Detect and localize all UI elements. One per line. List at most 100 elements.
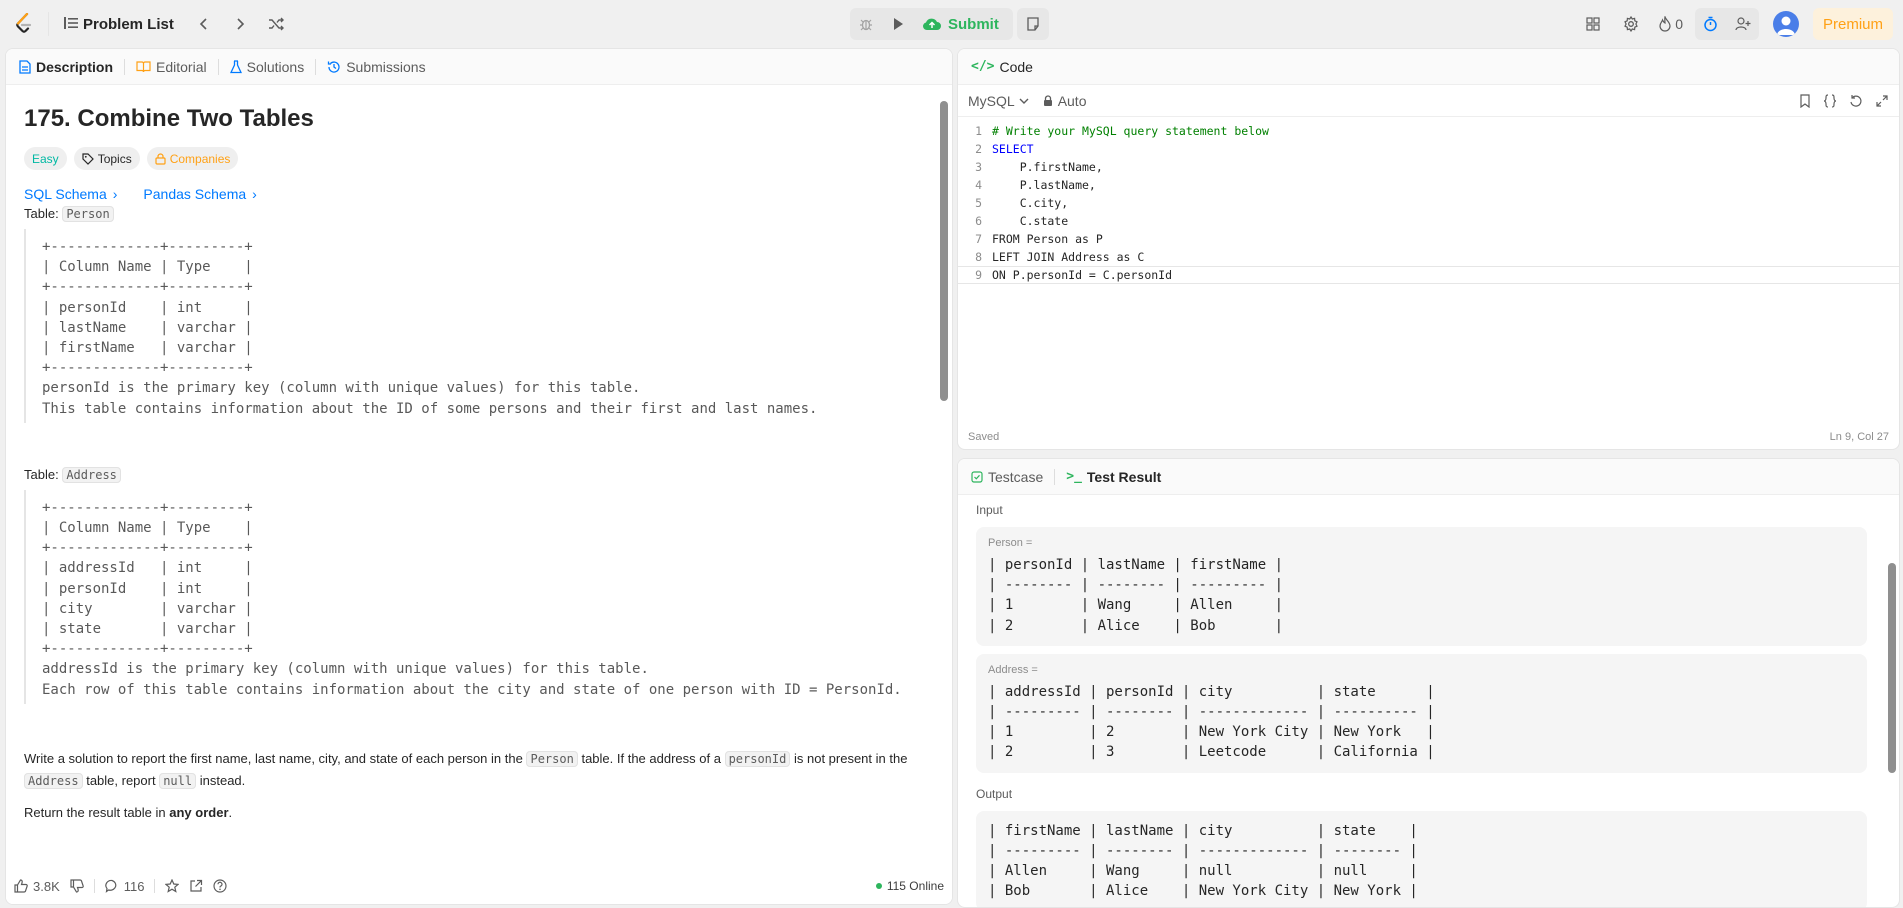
divider	[124, 58, 126, 75]
favorite-button[interactable]	[165, 879, 180, 893]
problem-tags: Easy Topics Companies	[24, 147, 918, 170]
streak-count: 0	[1675, 16, 1683, 32]
code-line: 2 SELECT	[958, 140, 1899, 158]
flame-icon	[1659, 16, 1671, 32]
tab-editorial[interactable]: Editorial	[131, 59, 212, 75]
next-problem-button[interactable]	[224, 8, 256, 40]
external-link-icon	[190, 879, 203, 892]
companies-tag[interactable]: Companies	[146, 147, 239, 170]
format-braces-icon[interactable]	[1823, 93, 1837, 108]
test-result-content: Input Person = | personId | lastName | f…	[958, 495, 1885, 907]
topics-tag[interactable]: Topics	[73, 147, 140, 170]
statement-text: is not present in the	[793, 750, 908, 766]
description-footer: 3.8K 116 115 Online	[6, 868, 952, 904]
code-panel-header: </> Code	[958, 49, 1899, 85]
thumbs-up-icon	[14, 879, 28, 893]
layout-button[interactable]	[1577, 8, 1609, 40]
tab-editorial-label: Editorial	[156, 58, 207, 75]
tab-code[interactable]: </> Code	[966, 59, 1038, 75]
star-icon	[165, 879, 180, 893]
statement-text: Write a solution to report the first nam…	[24, 750, 523, 766]
debug-button[interactable]	[850, 8, 882, 40]
divider	[48, 12, 49, 36]
tab-solutions[interactable]: Solutions	[225, 59, 310, 75]
like-button[interactable]: 3.8K	[14, 879, 60, 894]
address-var-label: Address =	[988, 663, 1038, 676]
pandas-schema-link[interactable]: Pandas Schema ›	[143, 186, 256, 202]
history-icon	[328, 60, 340, 73]
result-scrollbar[interactable]	[1888, 563, 1896, 773]
tab-test-result[interactable]: >_ Test Result	[1061, 469, 1166, 485]
code-text: ON P.personId = C.personId	[992, 268, 1173, 282]
code-panel: </> Code MySQL Auto 1 # Write your MySQL …	[957, 48, 1900, 450]
run-submit-group: Submit	[850, 8, 1013, 40]
statement-text: .	[228, 804, 233, 820]
chevron-right-icon: ›	[252, 186, 257, 202]
submit-button[interactable]: Submit	[914, 8, 1013, 40]
person-table-heading: Table: Person	[24, 206, 918, 222]
person-input-table: | personId | lastName | firstName | | --…	[988, 557, 1284, 634]
description-scrollbar[interactable]	[940, 101, 948, 401]
settings-button[interactable]	[1615, 8, 1647, 40]
comments-button[interactable]: 116	[105, 879, 144, 894]
statement-text: table, report	[86, 772, 156, 788]
code-text: # Write your MySQL query statement below	[992, 124, 1269, 138]
bug-icon	[860, 19, 872, 31]
tab-testcase[interactable]: Testcase	[966, 469, 1048, 485]
timer-button[interactable]	[1695, 8, 1727, 40]
notes-button[interactable]	[1017, 8, 1049, 40]
problem-list-button[interactable]: Problem List	[59, 8, 184, 40]
address-table-heading: Table: Address	[24, 466, 918, 483]
bookmark-icon[interactable]	[1799, 93, 1811, 108]
streak-counter[interactable]: 0	[1653, 16, 1689, 32]
expand-icon[interactable]	[1875, 94, 1889, 108]
inline-code: Person	[526, 750, 578, 767]
address-input-box: Address = | addressId | personId | city …	[976, 653, 1867, 773]
checkbox-icon	[971, 470, 983, 483]
address-table-name: Address	[62, 466, 121, 483]
previous-problem-button[interactable]	[188, 8, 220, 40]
problem-title: 175. Combine Two Tables	[24, 105, 314, 132]
invite-button[interactable]	[1727, 8, 1759, 40]
code-editor[interactable]: 1 # Write your MySQL query statement belo…	[958, 118, 1899, 429]
tab-solutions-label: Solutions	[246, 58, 305, 75]
bold-text: any order	[169, 804, 229, 820]
auto-mode[interactable]: Auto	[1043, 93, 1087, 109]
online-dot-icon	[875, 883, 882, 889]
editor-actions	[1799, 93, 1889, 108]
leetcode-logo-icon[interactable]	[10, 10, 38, 38]
top-bar-center: Submit	[850, 8, 1049, 40]
tab-submissions[interactable]: Submissions	[322, 59, 430, 75]
random-problem-button[interactable]	[260, 8, 292, 40]
thumbs-down-icon	[70, 879, 84, 893]
dislike-button[interactable]	[70, 879, 84, 893]
tab-description[interactable]: Description	[14, 59, 118, 75]
sql-schema-link[interactable]: SQL Schema ›	[24, 186, 117, 202]
note-icon	[1027, 17, 1039, 31]
avatar[interactable]	[1772, 11, 1799, 37]
address-input-table: | addressId | personId | city | state | …	[988, 683, 1435, 761]
lock-icon	[1043, 94, 1052, 106]
input-label: Input	[976, 503, 1003, 517]
cursor-position: Ln 9, Col 27	[1829, 431, 1889, 443]
help-button[interactable]	[213, 879, 228, 893]
code-line-current: 9 ON P.personId = C.personId	[958, 266, 1899, 284]
language-select[interactable]: MySQL	[968, 93, 1029, 109]
online-count: 115 Online	[886, 879, 944, 893]
auto-label: Auto	[1057, 92, 1087, 109]
run-button[interactable]	[882, 8, 914, 40]
inline-code: null	[159, 772, 197, 789]
output-table: | firstName | lastName | city | state | …	[988, 822, 1418, 900]
reset-icon[interactable]	[1849, 94, 1863, 108]
document-icon	[19, 59, 31, 74]
inline-code: personId	[724, 750, 791, 767]
tag-icon	[82, 152, 94, 165]
code-line: 7 FROM Person as P	[958, 230, 1899, 248]
problem-statement: Write a solution to report the first nam…	[24, 748, 918, 792]
schema-links: SQL Schema › Pandas Schema ›	[24, 186, 918, 202]
chevron-right-icon: ›	[112, 186, 118, 202]
output-label: Output	[976, 786, 1013, 801]
share-button[interactable]	[189, 879, 203, 893]
notes-group	[1016, 8, 1049, 40]
premium-button[interactable]: Premium	[1812, 8, 1893, 40]
